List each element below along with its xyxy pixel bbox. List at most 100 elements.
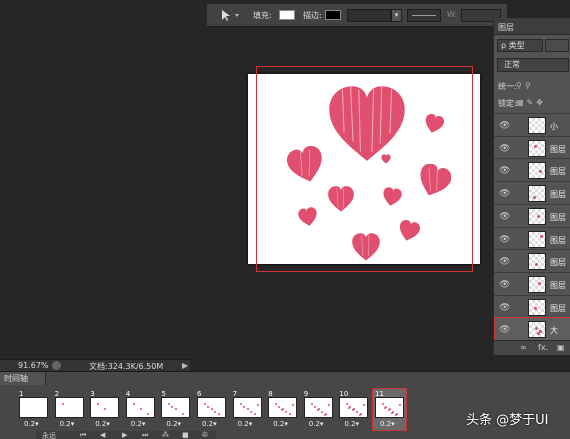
- layer-name[interactable]: 图层: [550, 144, 566, 155]
- visibility-eye-icon[interactable]: 👁: [499, 212, 510, 222]
- visibility-eye-icon[interactable]: 👁: [499, 144, 510, 154]
- loop-dropdown[interactable]: 永远: [42, 431, 56, 439]
- visibility-eye-icon[interactable]: 👁: [499, 235, 510, 245]
- layer-thumbnail: [528, 298, 546, 316]
- status-arrow-icon[interactable]: ▶: [182, 361, 188, 370]
- layer-thumbnail: [528, 230, 546, 248]
- link-layers-icon[interactable]: ∞: [520, 343, 527, 352]
- frame-delay-dropdown[interactable]: 0.2▾: [131, 420, 146, 428]
- layer-row[interactable]: 👁 图层: [494, 158, 570, 183]
- layer-row[interactable]: 👁 图层: [494, 294, 570, 319]
- frame-delay-dropdown[interactable]: 0.2▾: [380, 420, 395, 428]
- tab-timeline[interactable]: 时间轴: [0, 372, 46, 385]
- previous-frame-icon[interactable]: ◀: [100, 431, 105, 439]
- visibility-eye-icon[interactable]: 👁: [499, 257, 510, 267]
- first-frame-icon[interactable]: ⏮: [80, 431, 86, 439]
- selection-bounds: [256, 66, 473, 272]
- frame-delay-dropdown[interactable]: 0.2▾: [309, 420, 324, 428]
- animation-frame[interactable]: 4 0.2▾: [124, 389, 157, 430]
- frame-delay-dropdown[interactable]: 0.2▾: [166, 420, 181, 428]
- layer-name[interactable]: 图层: [550, 257, 566, 268]
- layer-thumbnail: [528, 321, 546, 339]
- frame-thumbnail: [303, 397, 333, 418]
- frame-delay-dropdown[interactable]: 0.2▾: [238, 420, 253, 428]
- layer-name[interactable]: 大: [550, 325, 558, 336]
- layer-filter-dropdown[interactable]: ρ 类型: [497, 39, 543, 52]
- frame-thumbnail: [54, 397, 84, 418]
- frame-thumbnail: [268, 397, 298, 418]
- visibility-eye-icon[interactable]: 👁: [499, 303, 510, 313]
- visibility-eye-icon[interactable]: 👁: [499, 280, 510, 290]
- animation-frame[interactable]: 9 0.2▾: [302, 389, 335, 430]
- delete-frame-icon[interactable]: ✇: [202, 431, 208, 439]
- fill-label: 填充:: [253, 11, 272, 20]
- tween-icon[interactable]: ⁂: [162, 431, 169, 439]
- frame-delay-dropdown[interactable]: 0.2▾: [24, 420, 39, 428]
- tab-layers[interactable]: 图层: [494, 18, 570, 35]
- animation-frame[interactable]: 1 0.2▾: [17, 389, 50, 430]
- mask-icon[interactable]: ▣: [557, 343, 565, 352]
- layer-thumbnail: [528, 139, 546, 157]
- layer-name[interactable]: 图层: [550, 280, 566, 291]
- animation-frame[interactable]: 8 0.2▾: [266, 389, 299, 430]
- layer-name[interactable]: 图层: [550, 303, 566, 314]
- status-bar: 91.67% 文档:324.3K/6.50M ▶: [0, 359, 190, 371]
- layer-thumbnail: [528, 253, 546, 271]
- frame-thumbnail: [232, 397, 262, 418]
- layer-name[interactable]: 图层: [550, 166, 566, 177]
- layer-row[interactable]: 👁 图层: [494, 203, 570, 228]
- frame-thumbnail: [90, 397, 120, 418]
- frame-delay-dropdown[interactable]: 0.2▾: [344, 420, 359, 428]
- animation-frame[interactable]: 2 0.2▾: [53, 389, 86, 430]
- animation-frame[interactable]: 10 0.2▾: [337, 389, 370, 430]
- animation-frame[interactable]: 7 0.2▾: [231, 389, 264, 430]
- options-bar: 填充: 描边: ▾ W:: [207, 4, 507, 27]
- lock-icons[interactable]: ▦✎✥: [516, 98, 546, 107]
- layer-name[interactable]: 图层: [550, 235, 566, 246]
- animation-frame[interactable]: 3 0.2▾: [88, 389, 121, 430]
- frame-thumbnail: [19, 397, 48, 418]
- layer-name[interactable]: 小: [550, 121, 558, 132]
- layers-panel-footer: ∞ fx. ▣: [494, 340, 570, 355]
- layer-row[interactable]: 👁 图层: [494, 271, 570, 296]
- stroke-width-dropdown[interactable]: ▾: [391, 9, 402, 22]
- animation-frame[interactable]: 11 0.2▾: [372, 388, 407, 431]
- next-frame-icon[interactable]: ⏭: [142, 431, 148, 439]
- filter-options[interactable]: [545, 39, 569, 52]
- layer-row[interactable]: 👁 大: [494, 317, 570, 342]
- zoom-level[interactable]: 91.67%: [18, 361, 49, 370]
- stroke-label: 描边:: [303, 11, 322, 20]
- frame-thumbnail: [197, 397, 226, 418]
- layer-row[interactable]: 👁 图层: [494, 226, 570, 251]
- layer-row[interactable]: 👁 图层: [494, 249, 570, 274]
- layer-row[interactable]: 👁 图层: [494, 181, 570, 206]
- layer-name[interactable]: 图层: [550, 189, 566, 200]
- stroke-width-field[interactable]: [347, 9, 391, 22]
- visibility-eye-icon[interactable]: 👁: [499, 121, 510, 131]
- frame-delay-dropdown[interactable]: 0.2▾: [202, 420, 217, 428]
- status-info-icon[interactable]: [52, 361, 61, 370]
- layer-name[interactable]: 图层: [550, 212, 566, 223]
- unify-icons[interactable]: ⚲⚲: [516, 81, 534, 90]
- animation-frame[interactable]: 5 0.2▾: [159, 389, 192, 430]
- stroke-color-swatch[interactable]: [325, 10, 341, 20]
- stroke-type-dropdown[interactable]: [407, 9, 441, 22]
- fx-icon[interactable]: fx.: [538, 343, 548, 352]
- layer-thumbnail: [528, 185, 546, 203]
- blend-mode-dropdown[interactable]: 正常: [497, 58, 569, 72]
- frame-delay-dropdown[interactable]: 0.2▾: [273, 420, 288, 428]
- visibility-eye-icon[interactable]: 👁: [499, 166, 510, 176]
- frame-delay-dropdown[interactable]: 0.2▾: [60, 420, 75, 428]
- layer-row[interactable]: 👁 图层: [494, 135, 570, 160]
- tab-layers-label: 图层: [498, 23, 514, 32]
- path-select-tool-icon[interactable]: [217, 8, 243, 22]
- fill-color-swatch[interactable]: [279, 10, 295, 20]
- layer-row[interactable]: 👁 小: [494, 113, 570, 137]
- play-icon[interactable]: ▶: [122, 431, 127, 439]
- visibility-eye-icon[interactable]: 👁: [499, 325, 510, 335]
- frame-delay-dropdown[interactable]: 0.2▾: [95, 420, 110, 428]
- visibility-eye-icon[interactable]: 👁: [499, 189, 510, 199]
- animation-frame[interactable]: 6 0.2▾: [195, 389, 228, 430]
- unify-label: 统一:: [498, 82, 517, 91]
- duplicate-frame-icon[interactable]: ■: [182, 431, 189, 439]
